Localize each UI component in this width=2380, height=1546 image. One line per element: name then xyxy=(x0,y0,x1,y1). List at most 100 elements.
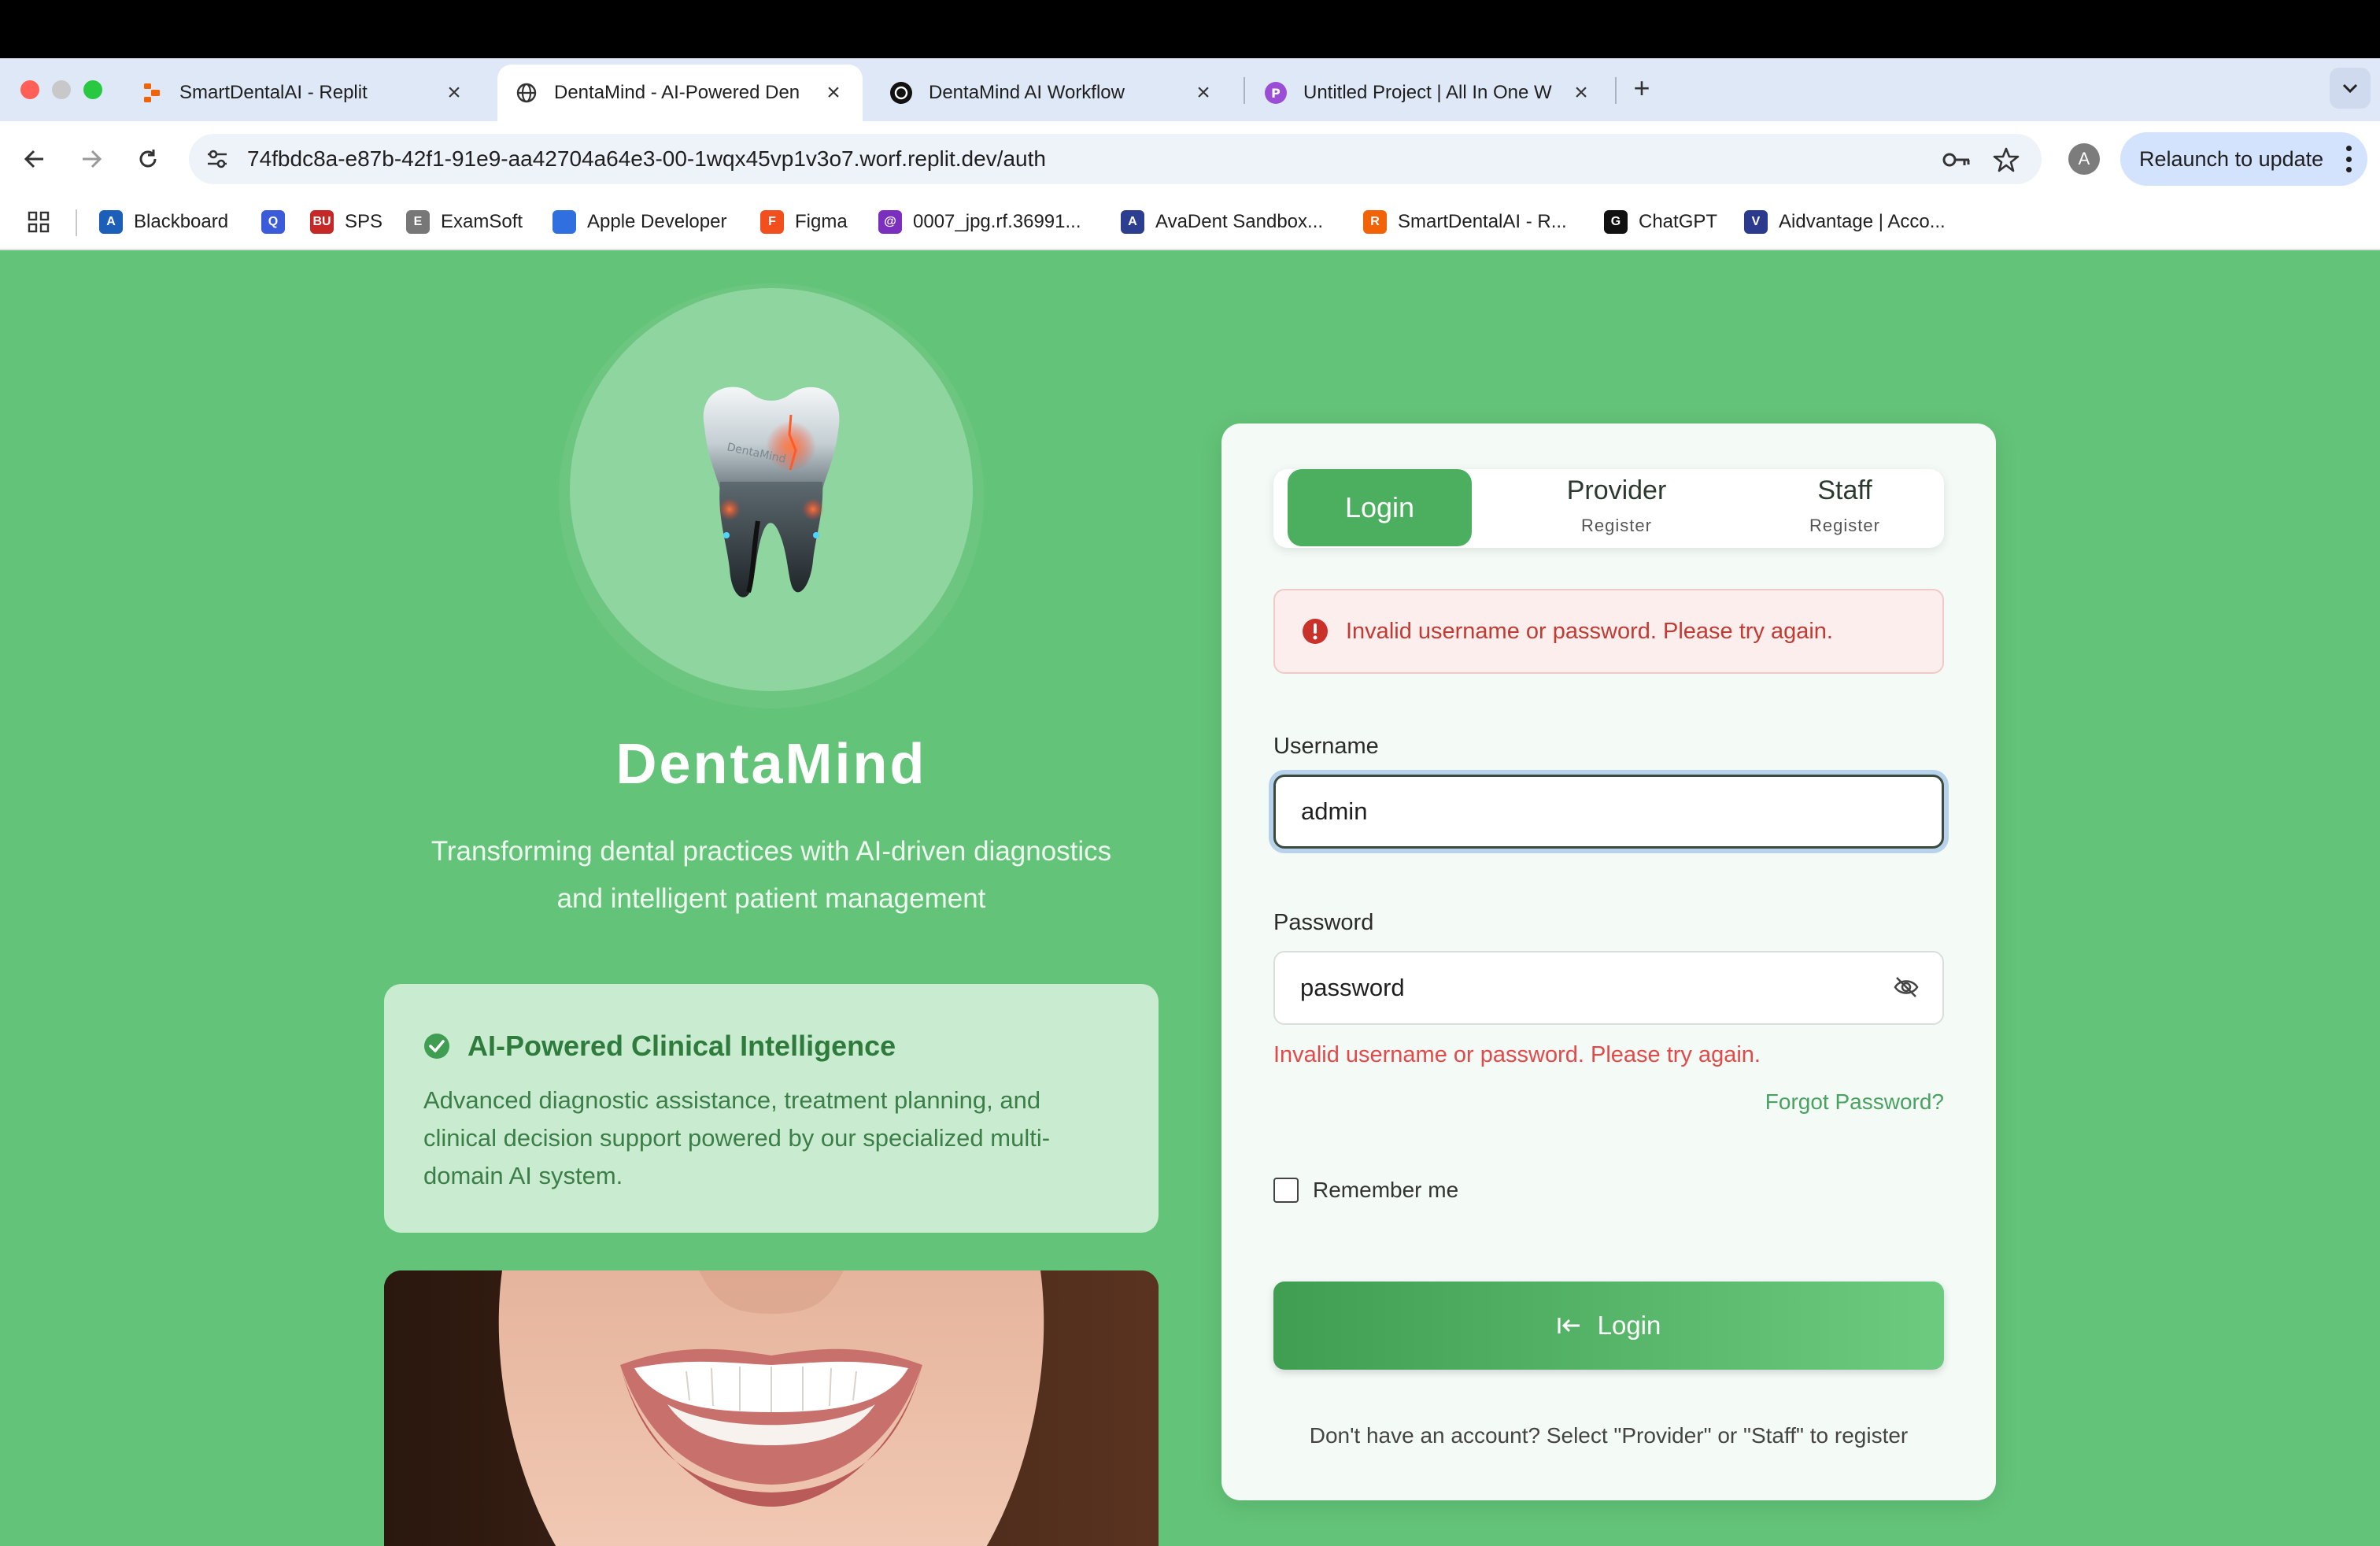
login-card: Login Provider Register Staff Register I… xyxy=(1221,423,1996,1500)
brand-title: DentaMind xyxy=(615,733,927,796)
forward-button[interactable] xyxy=(74,142,109,176)
check-circle-icon xyxy=(424,1034,449,1059)
site-settings-icon[interactable] xyxy=(203,145,231,173)
reload-icon xyxy=(139,150,157,168)
tab-title: SmartDentalAI - Replit xyxy=(179,82,368,103)
bookmark-item[interactable]: A AvaDent Sandbox... xyxy=(1121,206,1323,238)
bookmark-favicon-icon: E xyxy=(406,210,430,234)
bookmark-label: 0007_jpg.rf.36991... xyxy=(913,211,1081,232)
bookmark-favicon-icon: Q xyxy=(261,210,285,234)
close-tab-icon[interactable]: × xyxy=(1192,80,1215,105)
bookmark-label: Figma xyxy=(795,211,848,232)
bookmark-favicon-icon: A xyxy=(99,210,123,234)
close-tab-icon[interactable]: × xyxy=(442,80,466,105)
tab-staff-sublabel: Register xyxy=(1809,516,1880,535)
close-tab-icon[interactable]: × xyxy=(822,80,845,105)
auth-page: DentaMind DentaMind Transforming dental … xyxy=(0,250,2380,1546)
tab-title: DentaMind - AI-Powered Den xyxy=(554,82,800,103)
auth-tabs: Login Provider Register Staff Register xyxy=(1273,469,1944,548)
relaunch-button[interactable]: Relaunch to update xyxy=(2120,132,2367,186)
bookmark-favicon-icon: F xyxy=(760,210,784,234)
bookmark-item[interactable]: Apple Developer xyxy=(552,206,726,238)
remember-me-checkbox[interactable] xyxy=(1273,1178,1299,1203)
apps-button[interactable] xyxy=(27,206,50,238)
username-input[interactable] xyxy=(1273,775,1944,849)
toggle-password-visibility[interactable] xyxy=(1890,971,1922,1003)
tab-staff-register[interactable]: Staff Register xyxy=(1743,469,1947,548)
bookmark-item[interactable]: E ExamSoft xyxy=(406,206,523,238)
smile-photo xyxy=(384,1270,1159,1546)
feature-description: Advanced diagnostic assistance, treatmen… xyxy=(423,1086,1051,1189)
bookmark-favicon-icon: BU xyxy=(310,210,334,234)
browser-tab[interactable]: SmartDentalAI - Replit × xyxy=(123,65,483,121)
browser-tab[interactable]: P Untitled Project | All In One W × xyxy=(1247,65,1610,121)
browser-tab[interactable]: DentaMind AI Workflow × xyxy=(872,65,1232,121)
profile-avatar[interactable]: A xyxy=(2068,143,2100,175)
login-button-label: Login xyxy=(1597,1311,1661,1340)
alert-circle-icon xyxy=(1303,619,1328,644)
tab-provider-label: Provider xyxy=(1566,475,1667,505)
bookmark-item[interactable]: V Aidvantage | Acco... xyxy=(1744,206,1946,238)
arrow-right-icon xyxy=(83,150,102,168)
zoom-window-button[interactable] xyxy=(83,80,102,99)
password-error: Invalid username or password. Please try… xyxy=(1273,1042,1761,1067)
bookmark-label: ExamSoft xyxy=(441,211,523,232)
tab-search-button[interactable] xyxy=(2330,68,2371,109)
tab-separator xyxy=(1244,77,1245,104)
bookmark-item[interactable]: G ChatGPT xyxy=(1604,206,1717,238)
username-label: Username xyxy=(1273,734,1379,759)
feature-heading: AI-Powered Clinical Intelligence xyxy=(423,1030,1119,1063)
bookmark-item[interactable]: Q xyxy=(261,206,296,238)
menu-bar xyxy=(0,0,2380,58)
forgot-password-link[interactable]: Forgot Password? xyxy=(1765,1089,1944,1115)
tab-staff-label: Staff xyxy=(1817,475,1872,505)
more-menu-icon[interactable] xyxy=(2345,146,2352,172)
feature-title: AI-Powered Clinical Intelligence xyxy=(468,1030,896,1062)
remember-me-label: Remember me xyxy=(1313,1178,1459,1202)
log-in-icon xyxy=(1558,1318,1580,1333)
bookmarks-separator xyxy=(76,209,77,236)
register-hint: Don't have an account? Select "Provider"… xyxy=(1309,1423,1909,1448)
brand-tagline: Transforming dental practices with AI-dr… xyxy=(431,836,1112,914)
bookmark-label: SmartDentalAI - R... xyxy=(1398,211,1567,232)
remember-me[interactable]: Remember me xyxy=(1273,1178,1458,1203)
bookmark-label: SPS xyxy=(345,211,383,232)
bookmark-label: AvaDent Sandbox... xyxy=(1155,211,1324,232)
tab-login[interactable]: Login xyxy=(1288,469,1472,546)
openai-icon xyxy=(889,81,913,105)
password-label: Password xyxy=(1273,910,1374,935)
bookmark-item[interactable]: A Blackboard xyxy=(99,206,228,238)
error-alert-text: Invalid username or password. Please try… xyxy=(1346,618,1833,644)
project-icon: P xyxy=(1264,81,1288,105)
apps-grid-icon xyxy=(28,211,50,233)
address-url[interactable]: 74fbdc8a-e87b-42f1-91e9-aa42704a64e3-00-… xyxy=(247,146,1046,172)
reload-button[interactable] xyxy=(131,142,165,176)
close-window-button[interactable] xyxy=(20,80,39,99)
bookmark-label: Apple Developer xyxy=(587,211,727,232)
tooth-logo-icon: DentaMind xyxy=(703,386,840,597)
svg-text:P: P xyxy=(1271,86,1281,101)
eye-off-icon xyxy=(1894,977,1919,997)
bookmark-favicon-icon xyxy=(552,210,576,234)
bookmark-item[interactable]: @0007_jpg.rf.36991... xyxy=(878,206,1081,238)
tab-title: Untitled Project | All In One W xyxy=(1303,82,1552,103)
bookmark-item[interactable]: BU SPS xyxy=(310,206,382,238)
close-tab-icon[interactable]: × xyxy=(1569,80,1593,105)
login-button[interactable]: Login xyxy=(1273,1282,1944,1370)
tab-separator xyxy=(1615,77,1617,104)
key-icon[interactable] xyxy=(1941,146,1972,173)
browser-tab-active[interactable]: DentaMind - AI-Powered Den × xyxy=(497,65,863,121)
bookmark-favicon-icon: @ xyxy=(878,210,902,234)
back-button[interactable] xyxy=(17,142,52,176)
arrow-left-icon xyxy=(24,150,43,168)
relaunch-label: Relaunch to update xyxy=(2139,146,2324,171)
bookmark-star-icon[interactable] xyxy=(1991,145,2021,175)
chevron-down-icon xyxy=(2342,83,2358,94)
bookmark-item[interactable]: F Figma xyxy=(760,206,848,238)
password-input[interactable] xyxy=(1273,951,1944,1025)
new-tab-button[interactable]: + xyxy=(1626,72,1658,104)
minimize-window-button[interactable] xyxy=(52,80,71,99)
bookmark-favicon-icon: V xyxy=(1744,210,1768,234)
bookmark-item[interactable]: R SmartDentalAI - R... xyxy=(1363,206,1567,238)
tab-provider-register[interactable]: Provider Register xyxy=(1514,469,1719,548)
